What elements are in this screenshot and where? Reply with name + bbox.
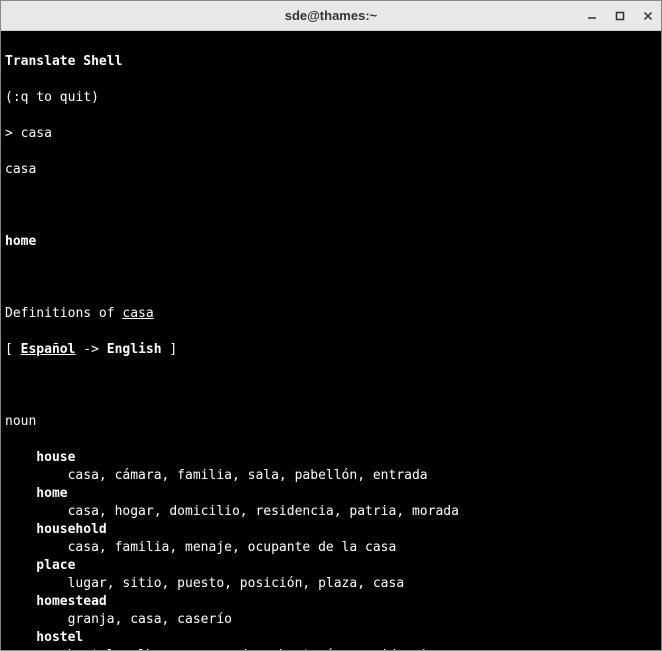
quit-hint: (:q to quit) [5, 90, 99, 105]
definition-term: homestead [5, 593, 107, 611]
definition-related: hostal, albergue, parador, hostería, res… [5, 647, 482, 650]
maximize-icon[interactable] [613, 9, 627, 23]
definition-related: casa, familia, menaje, ocupante de la ca… [5, 539, 396, 557]
definition-term: household [5, 521, 107, 539]
query-text: casa [21, 126, 52, 141]
window-title: sde@thames:~ [285, 8, 378, 23]
terminal-viewport[interactable]: Translate Shell (:q to quit) > casa casa… [1, 31, 661, 650]
part-of-speech: noun [5, 414, 36, 429]
lang-close: ] [169, 342, 177, 357]
definition-term: place [5, 557, 75, 575]
definition-related: granja, casa, caserío [5, 611, 232, 629]
window-controls [585, 1, 655, 31]
lang-from: Español [21, 342, 76, 357]
definitions-label: Definitions of [5, 306, 115, 321]
definition-term: hostel [5, 629, 83, 647]
definition-related: casa, hogar, domicilio, residencia, patr… [5, 503, 459, 521]
lang-to: English [107, 342, 162, 357]
close-icon[interactable] [641, 9, 655, 23]
definition-related: lugar, sitio, puesto, posición, plaza, c… [5, 575, 404, 593]
definition-related: casa, cámara, familia, sala, pabellón, e… [5, 467, 428, 485]
titlebar: sde@thames:~ [1, 1, 661, 31]
primary-translation: home [5, 234, 36, 249]
definition-term: home [5, 485, 68, 503]
minimize-icon[interactable] [585, 9, 599, 23]
lang-open: [ [5, 342, 13, 357]
terminal-window: sde@thames:~ Translate Shell (:q to quit… [0, 0, 662, 651]
definition-entries: housecasa, cámara, familia, sala, pabell… [5, 449, 657, 650]
prompt: > [5, 126, 13, 141]
lang-arrow: -> [83, 342, 99, 357]
app-header: Translate Shell [5, 54, 122, 69]
query-echo: casa [5, 162, 36, 177]
definition-term: house [5, 449, 75, 467]
definitions-word: casa [122, 306, 153, 321]
